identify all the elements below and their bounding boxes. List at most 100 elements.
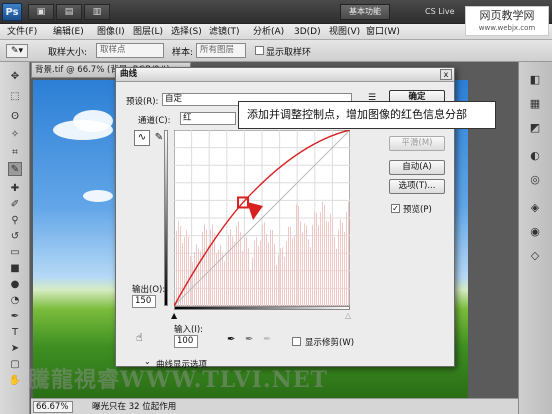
hand-tool-icon[interactable]: ✋ (8, 374, 22, 388)
menu-3d[interactable]: 3D(D) (290, 25, 325, 39)
black-point-slider-icon[interactable]: ▲ (171, 311, 177, 320)
healing-tool-icon[interactable]: ✚ (8, 182, 22, 196)
move-tool-icon[interactable]: ✥ (8, 70, 22, 84)
preview-checkbox[interactable]: ✓ (391, 204, 400, 213)
white-point-slider-icon[interactable]: △ (345, 311, 351, 320)
channels-panel-icon[interactable]: ◉ (527, 224, 543, 240)
menu-view[interactable]: 视图(V) (325, 25, 364, 39)
crop-tool-icon[interactable]: ⌗ (8, 146, 22, 160)
menu-analysis[interactable]: 分析(A) (249, 25, 288, 39)
histogram-bar (278, 254, 279, 306)
menu-image[interactable]: 图像(I) (93, 25, 129, 39)
histogram-bar (208, 245, 209, 306)
options-button[interactable]: 选项(T)... (389, 179, 445, 194)
white-eyedropper-icon[interactable]: ✒ (263, 334, 271, 345)
menu-file[interactable]: 文件(F) (3, 25, 41, 39)
output-gradient-bar (164, 130, 168, 306)
paths-panel-icon[interactable]: ◇ (527, 248, 543, 264)
zoom-field[interactable]: 66.67% (33, 401, 73, 413)
preset-label: 预设(R): (126, 97, 159, 107)
mini-bridge-button[interactable]: ▤ (56, 4, 82, 20)
histogram-bar (268, 242, 269, 306)
sample-label: 样本: (172, 48, 194, 58)
histogram-bar (270, 230, 271, 306)
close-icon[interactable]: x (440, 69, 452, 80)
black-eyedropper-icon[interactable]: ✒ (227, 334, 235, 345)
histogram-bar (220, 245, 221, 306)
masks-panel-icon[interactable]: ◎ (527, 172, 543, 188)
sample-size-select[interactable]: 取样点 (96, 43, 164, 58)
sample-size-label: 取样大小: (48, 48, 88, 58)
histogram-bar (292, 238, 293, 306)
menu-filter[interactable]: 滤镜(T) (205, 25, 244, 39)
histogram-bar (290, 226, 291, 306)
histogram-bar (244, 238, 245, 306)
histogram-bar (334, 236, 335, 306)
color-panel-icon[interactable]: ◧ (527, 72, 543, 88)
quick-select-tool-icon[interactable]: ✧ (8, 128, 22, 142)
workspace-switcher[interactable]: 基本功能 (340, 4, 390, 20)
curve-edit-icon[interactable]: ∿ (134, 130, 150, 146)
eyedropper-preset-icon[interactable]: ✎▾ (6, 44, 28, 58)
histogram-bar (324, 205, 325, 306)
histogram-bar (344, 231, 345, 306)
menu-window[interactable]: 窗口(W) (362, 25, 404, 39)
eyedropper-tool-icon[interactable]: ✎ (8, 162, 22, 176)
show-clipping-checkbox[interactable] (292, 337, 301, 346)
histogram-bar (222, 253, 223, 306)
histogram-bar (322, 201, 323, 306)
pen-tool-icon[interactable]: ✒ (8, 310, 22, 324)
brush-tool-icon[interactable]: ✐ (8, 198, 22, 212)
show-ring-checkbox[interactable] (255, 46, 264, 55)
histogram-bar (212, 224, 213, 306)
histogram-bar (326, 221, 327, 306)
menu-select[interactable]: 选择(S) (167, 25, 206, 39)
histogram-bar (304, 223, 305, 306)
layers-panel-icon[interactable]: ◈ (527, 200, 543, 216)
hand-adjust-icon[interactable]: ☝ (136, 331, 143, 344)
output-label: 输出(O): (132, 285, 166, 295)
histogram-bar (248, 248, 249, 306)
histogram-bar (204, 223, 205, 306)
stamp-tool-icon[interactable]: ⚲ (8, 214, 22, 228)
shape-tool-icon[interactable]: ▢ (8, 358, 22, 372)
histogram-bar (194, 251, 195, 306)
sample-select[interactable]: 所有图层 (196, 43, 246, 58)
histogram-bar (252, 257, 253, 306)
histogram-bar (318, 225, 319, 306)
histogram-bar (240, 232, 241, 306)
marquee-tool-icon[interactable]: ⬚ (8, 90, 22, 104)
histogram-bar (266, 233, 267, 306)
dodge-tool-icon[interactable]: ◔ (8, 294, 22, 308)
site-logo-sub: www.webjx.com (478, 24, 536, 32)
type-tool-icon[interactable]: T (8, 326, 22, 340)
bridge-button[interactable]: ▣ (28, 4, 54, 20)
extras-button[interactable]: ▥ (84, 4, 110, 20)
swatches-panel-icon[interactable]: ▦ (527, 96, 543, 112)
menu-edit[interactable]: 编辑(E) (49, 25, 88, 39)
path-select-tool-icon[interactable]: ➤ (8, 342, 22, 356)
histogram-bar (328, 221, 329, 306)
lasso-tool-icon[interactable]: ʘ (8, 110, 22, 124)
cs-live-button[interactable]: CS Live (425, 4, 465, 20)
menu-layer[interactable]: 图层(L) (129, 25, 167, 39)
adjustments-panel-icon[interactable]: ◐ (527, 148, 543, 164)
history-brush-tool-icon[interactable]: ↺ (8, 230, 22, 244)
auto-button[interactable]: 自动(A) (389, 160, 445, 175)
input-gradient-bar (174, 306, 350, 310)
gradient-tool-icon[interactable]: ■ (8, 262, 22, 276)
blur-tool-icon[interactable]: ● (8, 278, 22, 292)
histogram-bar (190, 255, 191, 306)
histogram-bar (276, 264, 277, 306)
histogram-bar (224, 260, 225, 306)
histogram-bar (282, 247, 283, 306)
input-field[interactable]: 100 (174, 335, 198, 348)
output-field[interactable]: 150 (132, 295, 156, 308)
eraser-tool-icon[interactable]: ▭ (8, 246, 22, 260)
histogram-bar (260, 240, 261, 306)
gray-eyedropper-icon[interactable]: ✒ (245, 334, 253, 345)
styles-panel-icon[interactable]: ◩ (527, 120, 543, 136)
channel-select[interactable]: 红 (180, 112, 236, 125)
histogram-bar (228, 235, 229, 306)
smooth-button[interactable]: 平滑(M) (389, 136, 445, 151)
